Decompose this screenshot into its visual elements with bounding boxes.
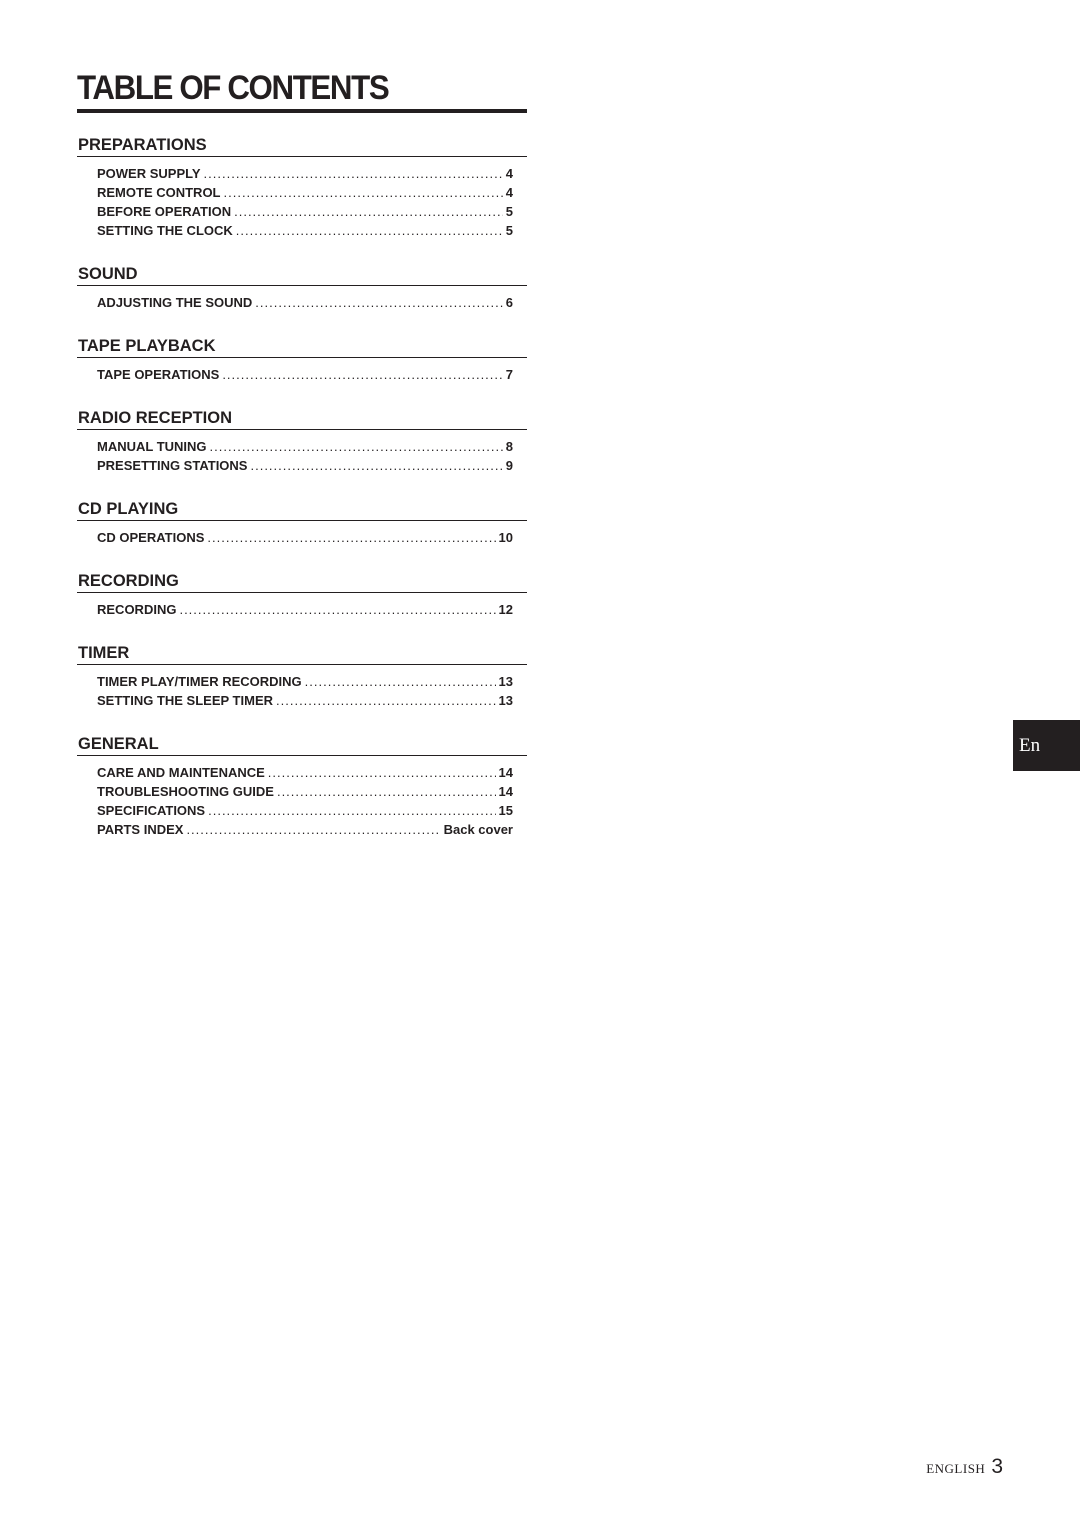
toc-entry[interactable]: SETTING THE SLEEP TIMER 13 xyxy=(97,693,513,712)
page-footer: ENGLISH 3 xyxy=(926,1455,1003,1479)
entry-page: 6 xyxy=(505,295,513,310)
entry-page: 13 xyxy=(498,693,513,708)
toc-entry[interactable]: RECORDING 12 xyxy=(97,602,513,621)
section-heading: SOUND xyxy=(77,264,527,286)
section-entries: POWER SUPPLY 4 REMOTE CONTROL 4 BEFORE OPERA… xyxy=(77,157,527,242)
title-rule xyxy=(77,109,527,113)
dot-leader xyxy=(207,530,495,545)
dot-leader xyxy=(305,674,496,689)
entry-page: 8 xyxy=(505,439,513,454)
table-of-contents: TABLE OF CONTENTS PREPARATIONS POWER SUPP… xyxy=(77,68,527,841)
entry-label: PRESETTING STATIONS xyxy=(97,458,248,473)
entry-label: ADJUSTING THE SOUND xyxy=(97,295,253,310)
toc-section: SOUND ADJUSTING THE SOUND 6 xyxy=(77,264,527,314)
footer-language: ENGLISH xyxy=(926,1461,986,1476)
dot-leader xyxy=(224,185,503,200)
dot-leader xyxy=(186,822,440,837)
toc-entry[interactable]: PRESETTING STATIONS 9 xyxy=(97,458,513,477)
toc-section: TAPE PLAYBACK TAPE OPERATIONS 7 xyxy=(77,336,527,386)
section-entries: MANUAL TUNING 8 PRESETTING STATIONS 9 xyxy=(77,430,527,477)
toc-entry[interactable]: POWER SUPPLY 4 xyxy=(97,166,513,185)
dot-leader xyxy=(204,166,503,181)
dot-leader xyxy=(250,458,502,473)
dot-leader xyxy=(234,204,503,219)
section-entries: RECORDING 12 xyxy=(77,593,527,621)
entry-page: 5 xyxy=(505,204,513,219)
entry-label: TIMER PLAY/TIMER RECORDING xyxy=(97,674,302,689)
language-tab-label: En xyxy=(1019,734,1041,756)
entry-label: CD OPERATIONS xyxy=(97,530,205,545)
toc-entry[interactable]: PARTS INDEX Back cover xyxy=(97,822,513,841)
dot-leader xyxy=(208,803,495,818)
entry-page: 7 xyxy=(505,367,513,382)
entry-page: 4 xyxy=(505,185,513,200)
toc-entry[interactable]: SETTING THE CLOCK 5 xyxy=(97,223,513,242)
entry-label: POWER SUPPLY xyxy=(97,166,201,181)
section-entries: CD OPERATIONS 10 xyxy=(77,521,527,549)
dot-leader xyxy=(210,439,503,454)
toc-entry[interactable]: BEFORE OPERATION 5 xyxy=(97,204,513,223)
section-heading: TAPE PLAYBACK xyxy=(77,336,527,358)
entry-label: REMOTE CONTROL xyxy=(97,185,221,200)
entry-label: MANUAL TUNING xyxy=(97,439,207,454)
entry-label: BEFORE OPERATION xyxy=(97,204,232,219)
toc-section: RECORDING RECORDING 12 xyxy=(77,571,527,621)
dot-leader xyxy=(268,765,496,780)
section-heading: PREPARATIONS xyxy=(77,135,527,157)
entry-label: RECORDING xyxy=(97,602,177,617)
toc-entry[interactable]: CARE AND MAINTENANCE 14 xyxy=(97,765,513,784)
entry-page: 12 xyxy=(498,602,513,617)
section-heading: RADIO RECEPTION xyxy=(77,408,527,430)
entry-page: 14 xyxy=(498,784,513,799)
toc-entry[interactable]: SPECIFICATIONS 15 xyxy=(97,803,513,822)
entry-page: 15 xyxy=(498,803,513,818)
entry-label: TAPE OPERATIONS xyxy=(97,367,220,382)
page-title: TABLE OF CONTENTS xyxy=(77,69,390,107)
entry-page: Back cover xyxy=(443,822,513,837)
entry-page: 5 xyxy=(505,223,513,238)
toc-entry[interactable]: REMOTE CONTROL 4 xyxy=(97,185,513,204)
toc-section: PREPARATIONS POWER SUPPLY 4 REMOTE CONTROL 4… xyxy=(77,135,527,242)
section-entries: CARE AND MAINTENANCE14TROUBLESHOOTING GU… xyxy=(77,756,527,841)
toc-entry[interactable]: TIMER PLAY/TIMER RECORDING 13 xyxy=(97,674,513,693)
page-number: 3 xyxy=(991,1455,1003,1478)
section-heading: TIMER xyxy=(77,643,527,665)
dot-leader xyxy=(276,693,496,708)
dot-leader xyxy=(255,295,502,310)
toc-section: CD PLAYING CD OPERATIONS 10 xyxy=(77,499,527,549)
language-tab: En xyxy=(1013,720,1080,771)
entry-label: SETTING THE SLEEP TIMER xyxy=(97,693,274,708)
section-entries: TIMER PLAY/TIMER RECORDING13SETTING THE … xyxy=(77,665,527,712)
section-heading: RECORDING xyxy=(77,571,527,593)
entry-label: SETTING THE CLOCK xyxy=(97,223,233,238)
toc-entry[interactable]: MANUAL TUNING 8 xyxy=(97,439,513,458)
entry-page: 4 xyxy=(505,166,513,181)
entry-label: CARE AND MAINTENANCE xyxy=(97,765,265,780)
entry-label: PARTS INDEX xyxy=(97,822,184,837)
dot-leader xyxy=(236,223,503,238)
dot-leader xyxy=(277,784,496,799)
section-heading: CD PLAYING xyxy=(77,499,527,521)
entry-page: 10 xyxy=(498,530,513,545)
toc-entry[interactable]: ADJUSTING THE SOUND 6 xyxy=(97,295,513,314)
entry-label: TROUBLESHOOTING GUIDE xyxy=(97,784,274,799)
toc-entry[interactable]: TAPE OPERATIONS 7 xyxy=(97,367,513,386)
dot-leader xyxy=(179,602,495,617)
toc-entry[interactable]: CD OPERATIONS 10 xyxy=(97,530,513,549)
section-entries: TAPE OPERATIONS 7 xyxy=(77,358,527,386)
toc-section: GENERALCARE AND MAINTENANCE14TROUBLESHOO… xyxy=(77,734,527,841)
toc-entry[interactable]: TROUBLESHOOTING GUIDE 14 xyxy=(97,784,513,803)
dot-leader xyxy=(222,367,502,382)
section-entries: ADJUSTING THE SOUND 6 xyxy=(77,286,527,314)
toc-sections: PREPARATIONS POWER SUPPLY 4 REMOTE CONTROL 4… xyxy=(77,135,527,841)
entry-label: SPECIFICATIONS xyxy=(97,803,206,818)
toc-section: TIMERTIMER PLAY/TIMER RECORDING13SETTING… xyxy=(77,643,527,712)
entry-page: 13 xyxy=(498,674,513,689)
section-heading: GENERAL xyxy=(77,734,527,756)
entry-page: 9 xyxy=(505,458,513,473)
toc-section: RADIO RECEPTION MANUAL TUNING 8 PRESETTING … xyxy=(77,408,527,477)
entry-page: 14 xyxy=(498,765,513,780)
